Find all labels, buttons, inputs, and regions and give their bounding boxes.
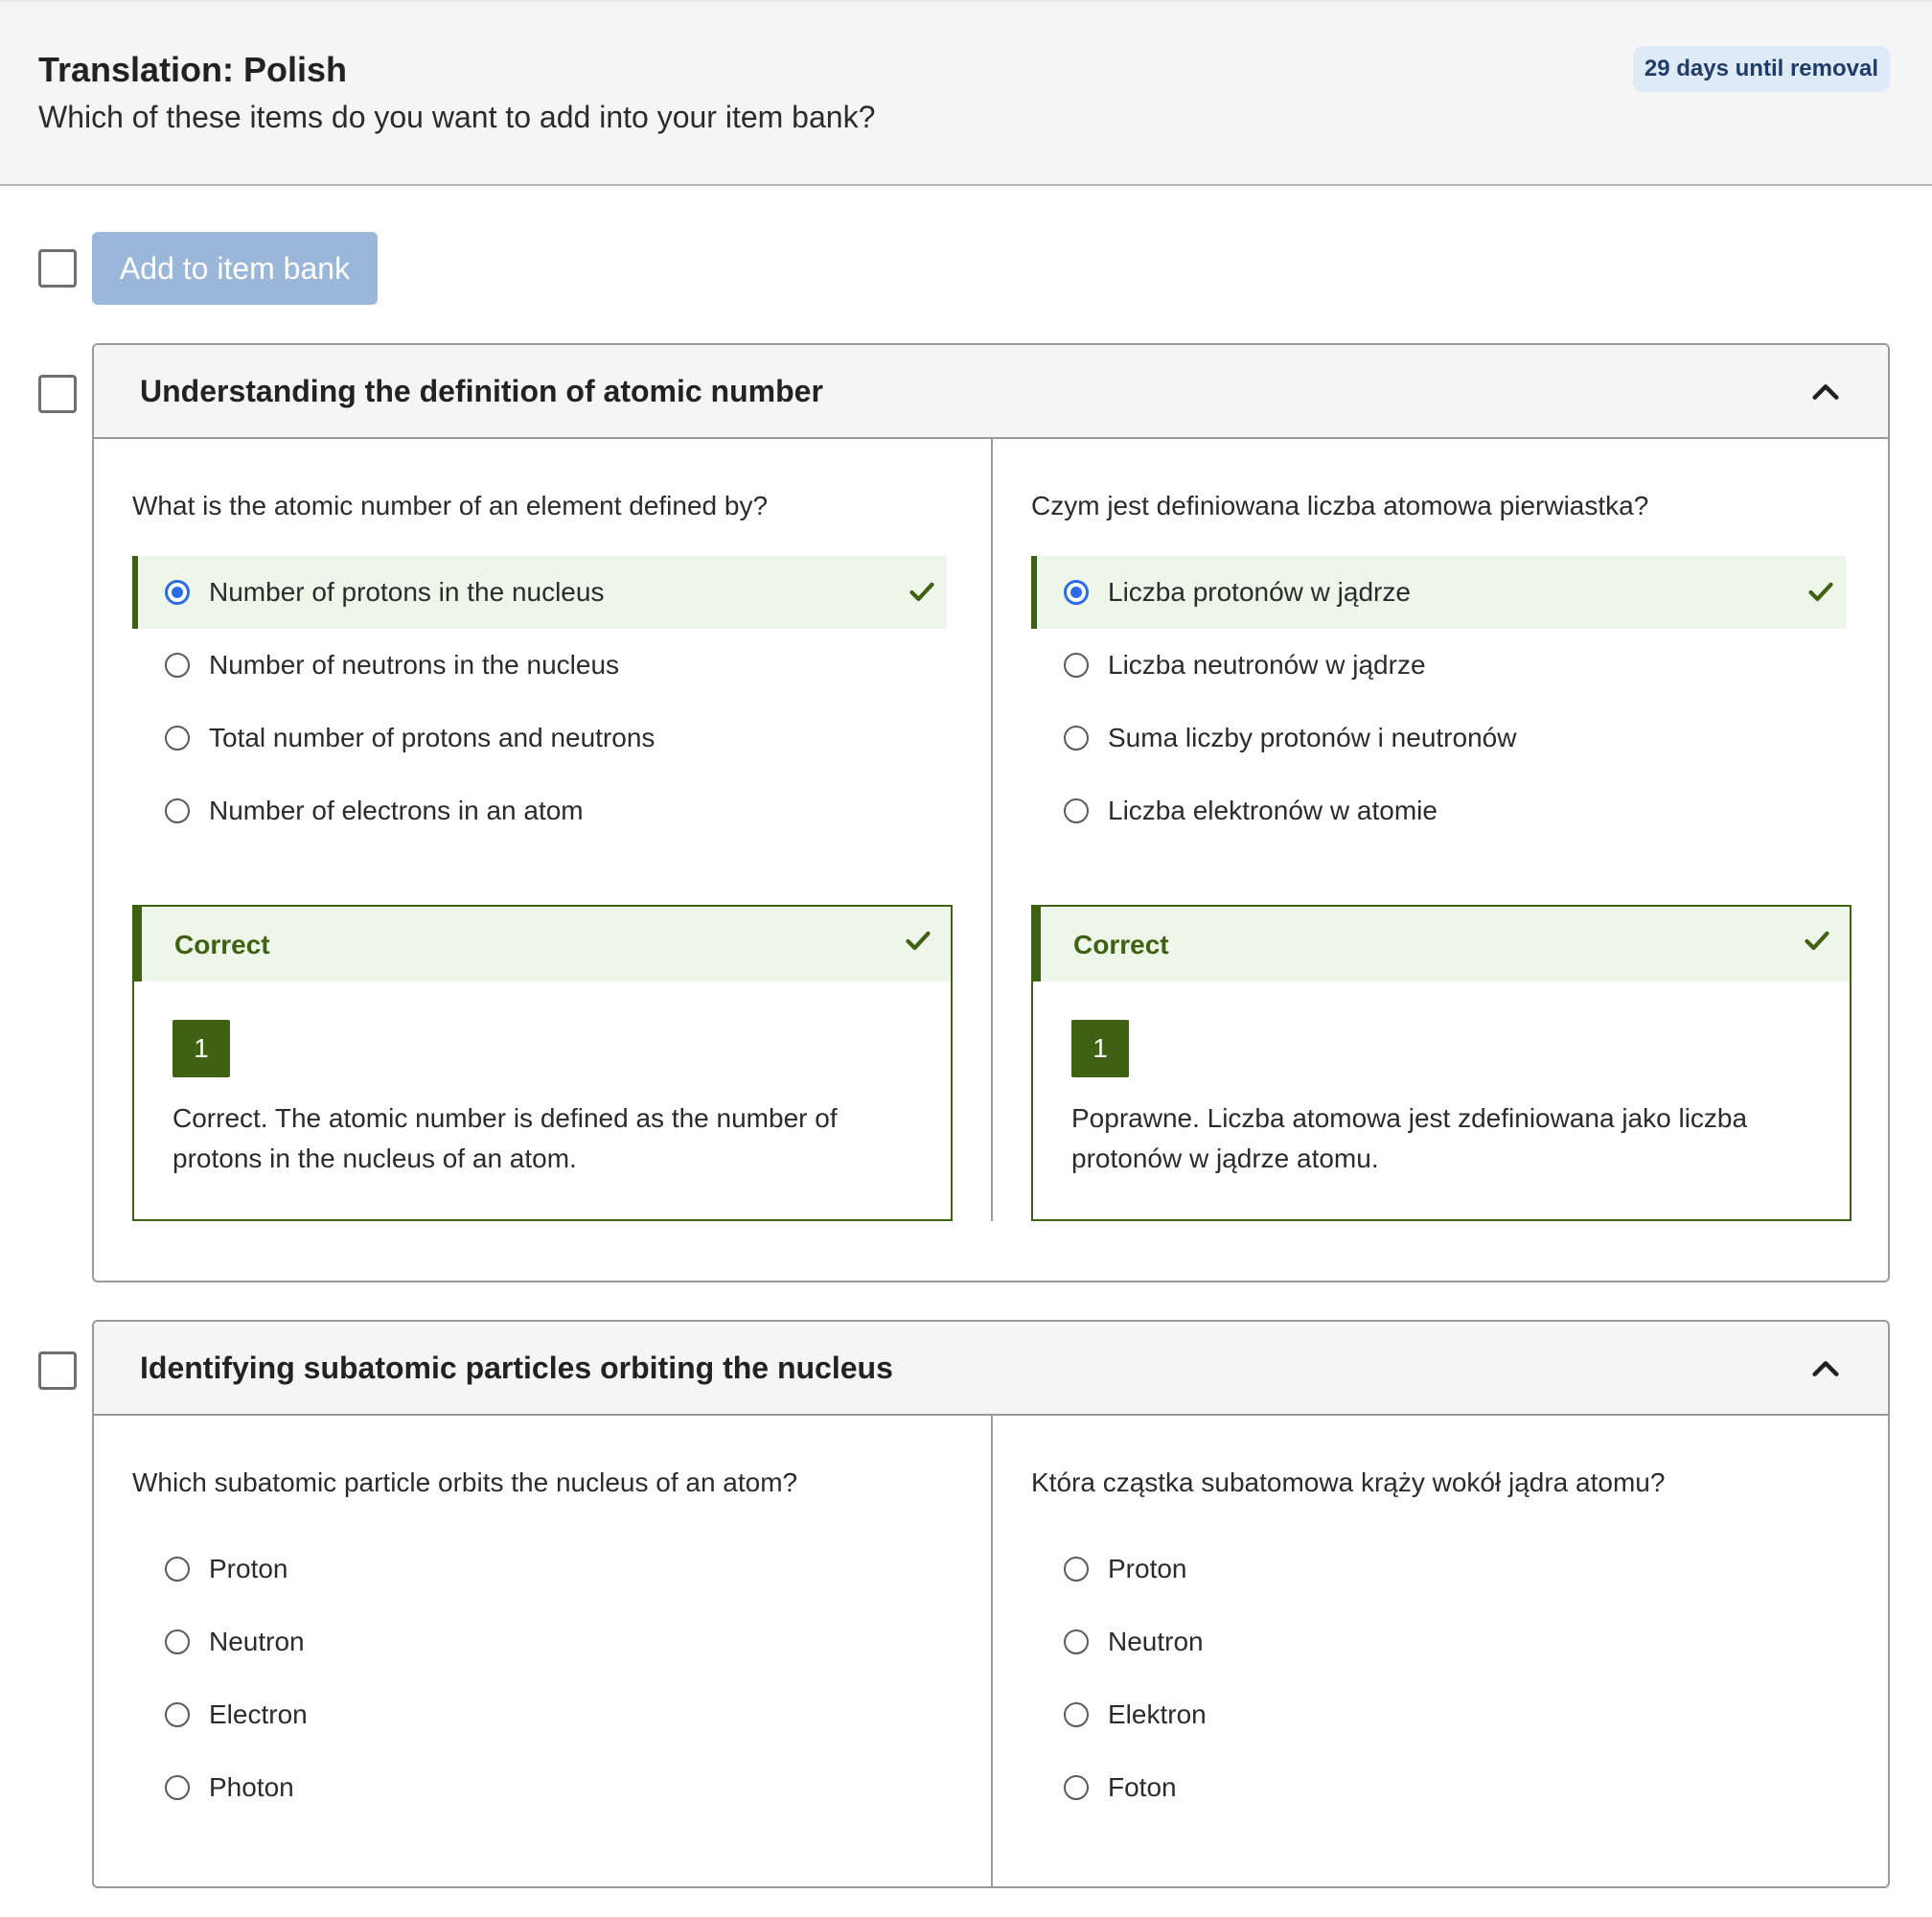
item-card-1-body: What is the atomic number of an element … xyxy=(94,439,1888,1221)
radio-button[interactable] xyxy=(1064,1702,1089,1727)
option-label: Proton xyxy=(209,1554,288,1583)
option-item[interactable]: Elektron xyxy=(1031,1678,1846,1751)
option-item[interactable]: Proton xyxy=(132,1533,947,1605)
options-list: Proton Neutron Elektron Foton xyxy=(1031,1533,1850,1824)
feedback-header: Correct xyxy=(1033,907,1850,982)
option-item[interactable]: Suma liczby protonów i neutronów xyxy=(1031,702,1846,774)
item-title: Identifying subatomic particles orbiting… xyxy=(140,1351,893,1385)
feedback-text: Poprawne. Liczba atomowa jest zdefiniowa… xyxy=(1071,1103,1748,1173)
radio-button[interactable] xyxy=(165,1775,190,1800)
check-icon xyxy=(909,582,934,602)
option-item[interactable]: Liczba elektronów w atomie xyxy=(1031,774,1846,847)
option-label: Number of protons in the nucleus xyxy=(209,577,605,607)
option-item[interactable]: Proton xyxy=(1031,1533,1846,1605)
check-icon xyxy=(1808,582,1833,602)
check-icon xyxy=(1805,931,1829,951)
select-all-checkbox[interactable] xyxy=(38,249,77,288)
item-title: Understanding the definition of atomic n… xyxy=(140,374,823,408)
check-icon xyxy=(906,931,931,951)
option-label: Proton xyxy=(1108,1554,1187,1583)
item-card-1-header[interactable]: Understanding the definition of atomic n… xyxy=(94,345,1888,439)
feedback-text: Correct. The atomic number is defined as… xyxy=(172,1103,838,1173)
option-item[interactable]: Neutron xyxy=(132,1605,947,1678)
radio-button[interactable] xyxy=(165,726,190,751)
option-item[interactable]: Electron xyxy=(132,1678,947,1751)
item-card-2-body: Which subatomic particle orbits the nucl… xyxy=(94,1416,1888,1886)
option-label: Elektron xyxy=(1108,1699,1207,1729)
radio-button[interactable] xyxy=(1064,653,1089,678)
options-list: Number of protons in the nucleus Number … xyxy=(132,556,953,847)
feedback-header: Correct xyxy=(134,907,951,982)
translation-column: Która cząstka subatomowa krąży wokół jąd… xyxy=(991,1416,1888,1886)
chevron-up-icon[interactable] xyxy=(1809,376,1842,408)
score-badge: 1 xyxy=(1071,1020,1129,1077)
options-list: Liczba protonów w jądrze Liczba neutronó… xyxy=(1031,556,1850,847)
option-label: Number of neutrons in the nucleus xyxy=(209,650,620,680)
page-subtitle: Which of these items do you want to add … xyxy=(38,100,876,134)
radio-button[interactable] xyxy=(1064,798,1089,823)
question-text: Czym jest definiowana liczba atomowa pie… xyxy=(1031,491,1649,520)
item-card-1: Understanding the definition of atomic n… xyxy=(92,343,1890,1282)
question-text: Która cząstka subatomowa krąży wokół jąd… xyxy=(1031,1467,1666,1497)
page-header: Translation: Polish Which of these items… xyxy=(0,0,1932,186)
option-item[interactable]: Number of protons in the nucleus xyxy=(132,556,947,629)
radio-button-selected[interactable] xyxy=(165,580,190,605)
source-column: Which subatomic particle orbits the nucl… xyxy=(94,1416,991,1886)
option-label: Neutron xyxy=(209,1627,305,1656)
radio-button[interactable] xyxy=(165,798,190,823)
option-item[interactable]: Photon xyxy=(132,1751,947,1824)
page-title: Translation: Polish xyxy=(38,50,348,89)
radio-button[interactable] xyxy=(165,1629,190,1654)
item-1-checkbox[interactable] xyxy=(38,375,77,413)
score-badge: 1 xyxy=(172,1020,230,1077)
radio-button[interactable] xyxy=(1064,1775,1089,1800)
option-label: Total number of protons and neutrons xyxy=(209,723,656,752)
radio-button-selected[interactable] xyxy=(1064,580,1089,605)
radio-button[interactable] xyxy=(165,1557,190,1582)
option-item[interactable]: Number of electrons in an atom xyxy=(132,774,947,847)
item-card-2: Identifying subatomic particles orbiting… xyxy=(92,1320,1890,1888)
option-item[interactable]: Total number of protons and neutrons xyxy=(132,702,947,774)
item-card-2-header[interactable]: Identifying subatomic particles orbiting… xyxy=(94,1322,1888,1416)
feedback-box: Correct 1 Poprawne. Liczba atomowa jest … xyxy=(1031,905,1852,1221)
feedback-body: 1 Poprawne. Liczba atomowa jest zdefinio… xyxy=(1033,982,1850,1219)
add-to-item-bank-button[interactable]: Add to item bank xyxy=(92,232,378,305)
feedback-body: 1 Correct. The atomic number is defined … xyxy=(134,982,951,1219)
option-label: Liczba elektronów w atomie xyxy=(1108,796,1438,825)
chevron-up-icon[interactable] xyxy=(1809,1352,1842,1385)
radio-button[interactable] xyxy=(165,1702,190,1727)
feedback-label: Correct xyxy=(1073,930,1169,959)
option-label: Photon xyxy=(209,1772,294,1802)
option-item[interactable]: Liczba protonów w jądrze xyxy=(1031,556,1846,629)
options-list: Proton Neutron Electron Photon xyxy=(132,1533,953,1824)
option-item[interactable]: Liczba neutronów w jądrze xyxy=(1031,629,1846,702)
option-label: Number of electrons in an atom xyxy=(209,796,584,825)
option-label: Neutron xyxy=(1108,1627,1204,1656)
translation-column: Czym jest definiowana liczba atomowa pie… xyxy=(991,439,1888,1221)
option-label: Liczba neutronów w jądrze xyxy=(1108,650,1426,680)
option-label: Foton xyxy=(1108,1772,1177,1802)
option-label: Suma liczby protonów i neutronów xyxy=(1108,723,1517,752)
feedback-box: Correct 1 Correct. The atomic number is … xyxy=(132,905,953,1221)
item-2-checkbox[interactable] xyxy=(38,1351,77,1390)
option-item[interactable]: Neutron xyxy=(1031,1605,1846,1678)
option-label: Liczba protonów w jądrze xyxy=(1108,577,1411,607)
removal-badge: 29 days until removal xyxy=(1632,46,1890,92)
radio-button[interactable] xyxy=(1064,726,1089,751)
option-item[interactable]: Number of neutrons in the nucleus xyxy=(132,629,947,702)
radio-button[interactable] xyxy=(165,653,190,678)
option-item[interactable]: Foton xyxy=(1031,1751,1846,1824)
radio-button[interactable] xyxy=(1064,1629,1089,1654)
feedback-label: Correct xyxy=(174,930,270,959)
question-text: What is the atomic number of an element … xyxy=(132,491,769,520)
source-column: What is the atomic number of an element … xyxy=(94,439,991,1221)
option-label: Electron xyxy=(209,1699,308,1729)
radio-button[interactable] xyxy=(1064,1557,1089,1582)
question-text: Which subatomic particle orbits the nucl… xyxy=(132,1467,798,1497)
